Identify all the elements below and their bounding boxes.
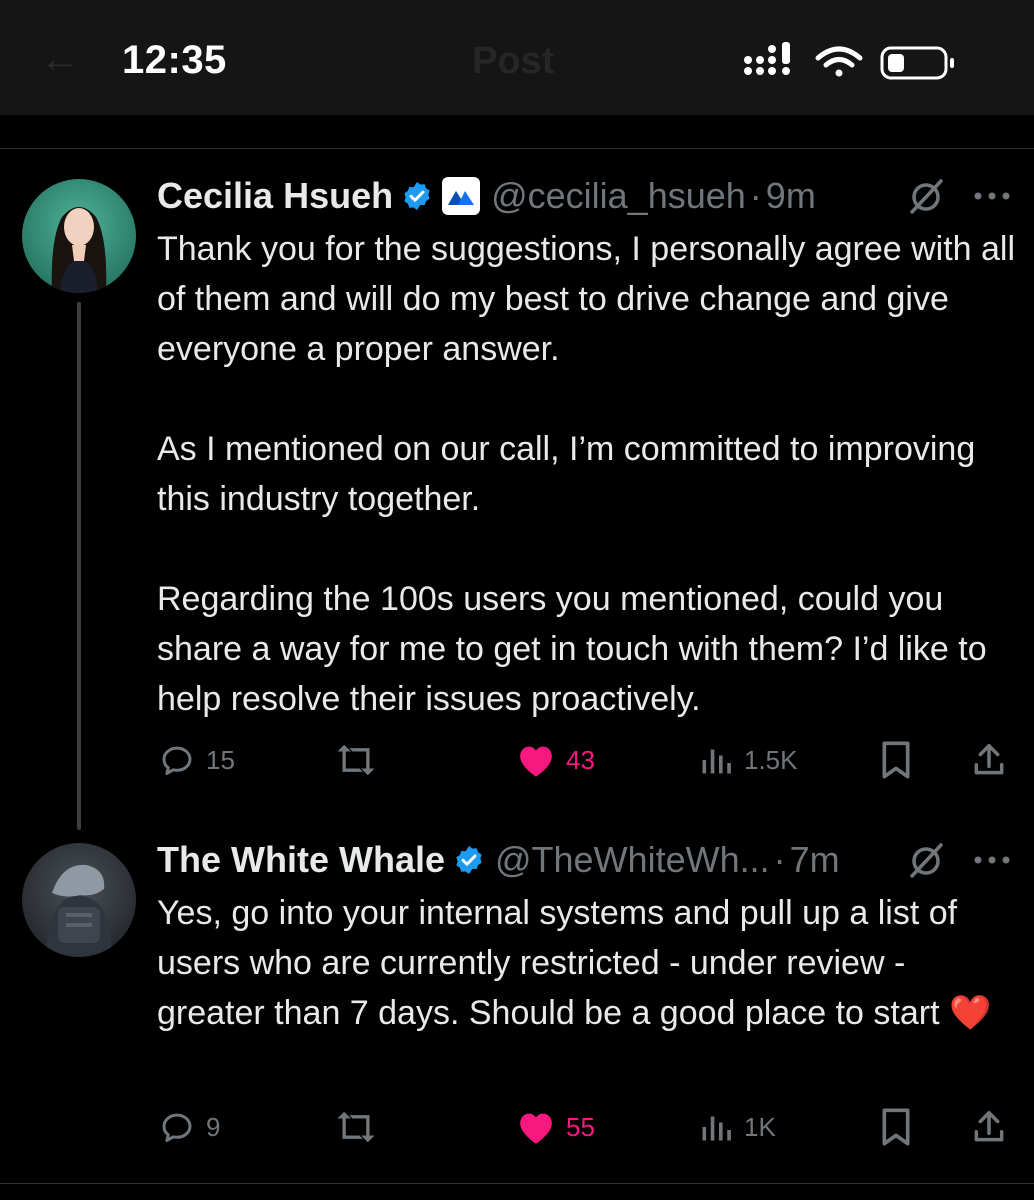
tweet-text: Yes, go into your internal systems and p… [157,888,1017,1038]
signal-icon [744,42,790,75]
timestamp[interactable]: 9m [766,175,816,217]
mexc-logo-icon[interactable] [441,176,481,216]
grok-icon[interactable] [906,840,946,880]
tweet-actions: 9 55 1K [0,1102,1034,1152]
reply-button[interactable]: 9 [158,1102,220,1152]
tweet-paragraph: As I mentioned on our call, I’m committe… [157,430,976,518]
tweet-paragraph: Regarding the 100s users you mentioned, … [157,580,987,718]
repost-button[interactable] [334,735,388,785]
author-handle[interactable]: @TheWhiteWh... [495,839,770,881]
tweet-header: Cecilia Hsueh @cecilia_hsueh · 9m [157,172,816,220]
divider [0,148,1034,149]
bookmark-button[interactable] [878,1102,914,1152]
tweet-paragraph: Thank you for the suggestions, I persona… [157,230,1016,368]
author-handle[interactable]: @cecilia_hsueh [491,175,746,217]
separator: · [749,175,762,216]
status-icons [744,42,954,80]
divider [0,1183,1034,1184]
like-count: 43 [566,744,595,775]
grok-icon[interactable] [906,176,946,216]
page-title: Post [472,40,555,82]
like-button[interactable]: 43 [516,735,595,785]
tweet-paragraph: Yes, go into your internal systems and p… [157,888,1017,1038]
heart-emoji: ❤️ [948,994,992,1032]
share-icon [974,1111,1004,1142]
heart-icon [520,746,552,777]
tweet-actions: 15 43 1.5K [0,735,1034,785]
verified-badge-icon [453,844,485,876]
verified-badge-icon [401,180,433,212]
avatar[interactable] [22,843,136,957]
views-button[interactable]: 1.5K [698,735,798,785]
author-name[interactable]: The White Whale [157,839,445,881]
reply-count: 15 [206,744,235,775]
analytics-icon [702,749,731,774]
analytics-icon [702,1116,731,1141]
battery-icon [880,46,954,80]
status-bar: ← Post 12:35 [0,0,1034,115]
heart-icon [520,1113,552,1144]
tweet-header: The White Whale @TheWhiteWh... · 7m [157,836,840,884]
reply-icon [162,1113,192,1142]
more-options-icon[interactable] [972,190,1012,202]
share-button[interactable] [970,1102,1008,1152]
avatar[interactable] [22,179,136,293]
reply-button[interactable]: 15 [158,735,235,785]
repost-icon [337,1111,375,1143]
bookmark-icon [882,741,910,779]
views-button[interactable]: 1K [698,1102,776,1152]
share-icon [974,744,1004,775]
bookmark-icon [882,1108,910,1146]
like-count: 55 [566,1111,595,1142]
author-name[interactable]: Cecilia Hsueh [157,175,393,217]
like-button[interactable]: 55 [516,1102,595,1152]
more-options-icon[interactable] [972,854,1012,866]
tweet-body: Yes, go into your internal systems and p… [157,894,958,1032]
share-button[interactable] [970,735,1008,785]
timestamp[interactable]: 7m [790,839,840,881]
views-count: 1.5K [744,744,798,775]
reply-count: 9 [206,1111,221,1142]
bookmark-button[interactable] [878,735,914,785]
back-arrow-icon[interactable]: ← [40,39,80,79]
status-time: 12:35 [122,38,227,82]
repost-button[interactable] [334,1102,388,1152]
views-count: 1K [744,1111,776,1142]
wifi-icon [815,46,863,77]
repost-icon [337,744,375,776]
tweet-text: Thank you for the suggestions, I persona… [157,224,1017,724]
reply-icon [162,746,192,775]
separator: · [773,839,786,880]
